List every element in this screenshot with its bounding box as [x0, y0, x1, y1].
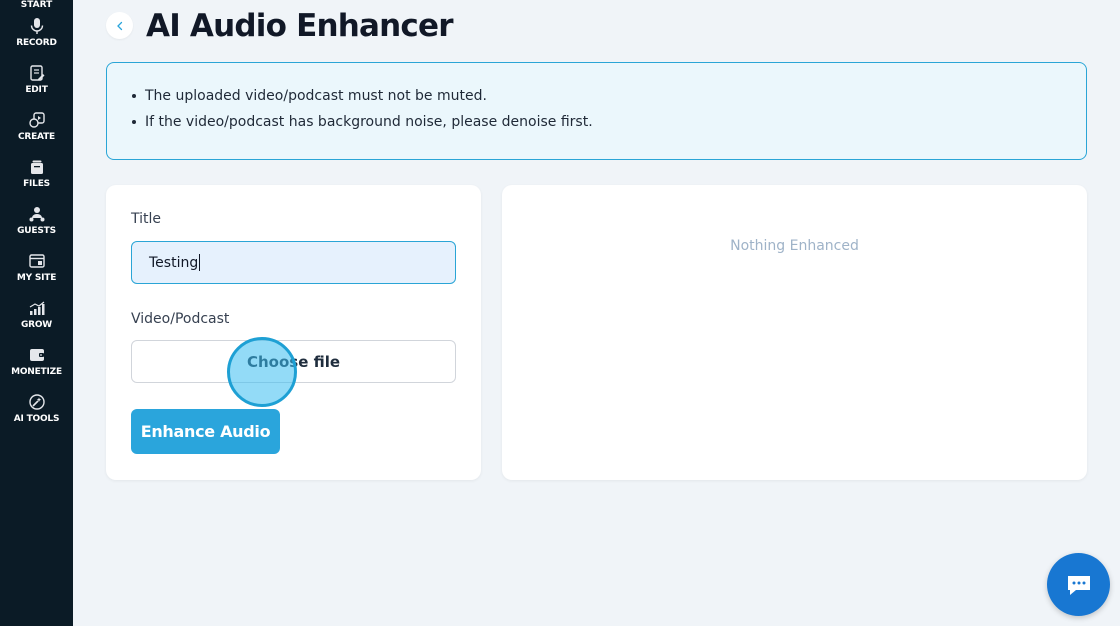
chevron-left-icon [115, 21, 125, 31]
sidebar-item-guests[interactable]: GUESTS [0, 202, 73, 249]
info-list: The uploaded video/podcast must not be m… [131, 83, 1086, 135]
title-input[interactable]: Testing [131, 241, 456, 284]
back-button[interactable] [106, 12, 133, 39]
info-item: The uploaded video/podcast must not be m… [131, 83, 1086, 109]
edit-document-icon [28, 64, 46, 82]
create-media-icon [28, 111, 46, 129]
title-input-value: Testing [149, 254, 199, 271]
sidebar-item-label: MONETIZE [11, 367, 62, 377]
sidebar-item-grow[interactable]: GROW [0, 296, 73, 343]
enhance-form-card: Title Testing Video/Podcast Choose file … [106, 185, 481, 480]
video-podcast-label: Video/Podcast [131, 311, 230, 327]
sidebar-item-label: MY SITE [16, 273, 57, 283]
page-title: AI Audio Enhancer [146, 8, 453, 44]
files-icon [28, 158, 46, 176]
sidebar-item-label: EDIT [25, 85, 48, 95]
sidebar-item-monetize[interactable]: MONETIZE [0, 343, 73, 390]
choose-file-button[interactable]: Choose file [131, 340, 456, 383]
growth-chart-icon [28, 299, 46, 317]
sidebar-item-label: AI TOOLS [13, 414, 60, 424]
sidebar-item-files[interactable]: FILES [0, 155, 73, 202]
sidebar-item-label: GROW [20, 320, 53, 330]
sidebar-start-label[interactable]: START [21, 0, 53, 14]
sidebar-item-label: GUESTS [17, 226, 56, 236]
microphone-icon [28, 17, 46, 35]
choose-file-label: Choose file [246, 352, 341, 371]
sidebar-item-my-site[interactable]: MY SITE [0, 249, 73, 296]
chat-support-button[interactable] [1047, 553, 1110, 616]
result-panel: Nothing Enhanced [502, 185, 1087, 480]
sidebar-item-label: FILES [23, 179, 50, 189]
title-label: Title [131, 211, 162, 227]
sidebar-item-create[interactable]: CREATE [0, 108, 73, 155]
sidebar-item-edit[interactable]: EDIT [0, 61, 73, 108]
sidebar-item-record[interactable]: RECORD [0, 14, 73, 61]
empty-state-text: Nothing Enhanced [730, 238, 859, 254]
text-cursor [199, 254, 201, 271]
enhance-audio-button[interactable]: Enhance Audio [131, 409, 280, 454]
info-notice: The uploaded video/podcast must not be m… [106, 62, 1087, 160]
chat-bubble-icon [1064, 570, 1094, 600]
sidebar-item-label: CREATE [17, 132, 56, 142]
sidebar-item-label: RECORD [16, 38, 57, 48]
website-icon [28, 252, 46, 270]
sidebar-item-ai-tools[interactable]: AI TOOLS [0, 390, 73, 437]
ai-tools-icon [28, 393, 46, 411]
guests-icon [28, 205, 46, 223]
sidebar: START RECORD EDIT CREATE FILES GUESTS MY… [0, 0, 73, 626]
info-item: If the video/podcast has background nois… [131, 109, 1086, 135]
monetize-icon [28, 346, 46, 364]
